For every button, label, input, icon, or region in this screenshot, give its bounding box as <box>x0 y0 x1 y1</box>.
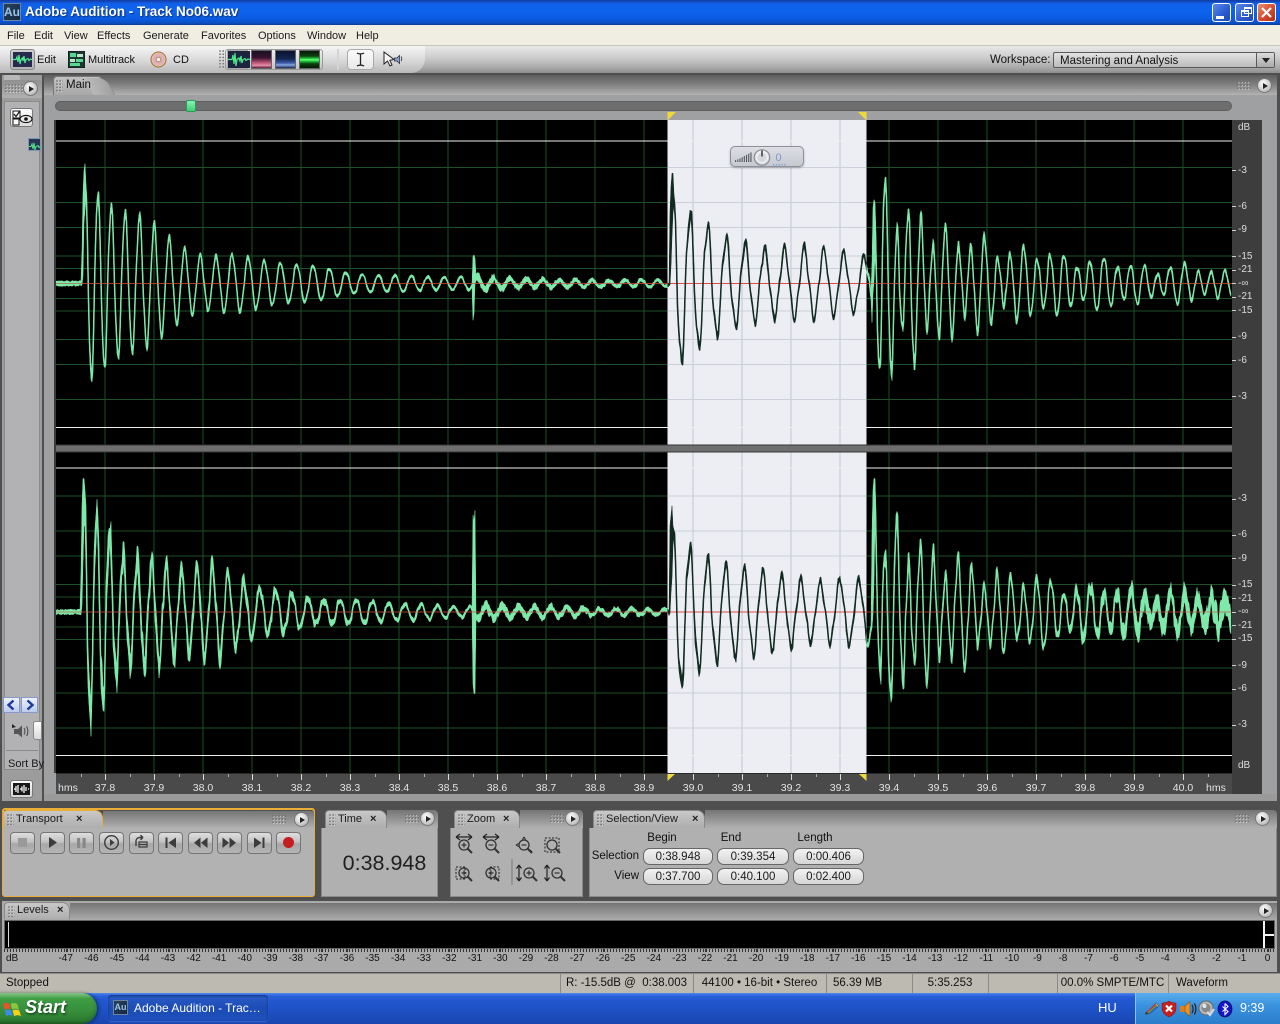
svg-text:0: 0 <box>775 152 781 164</box>
